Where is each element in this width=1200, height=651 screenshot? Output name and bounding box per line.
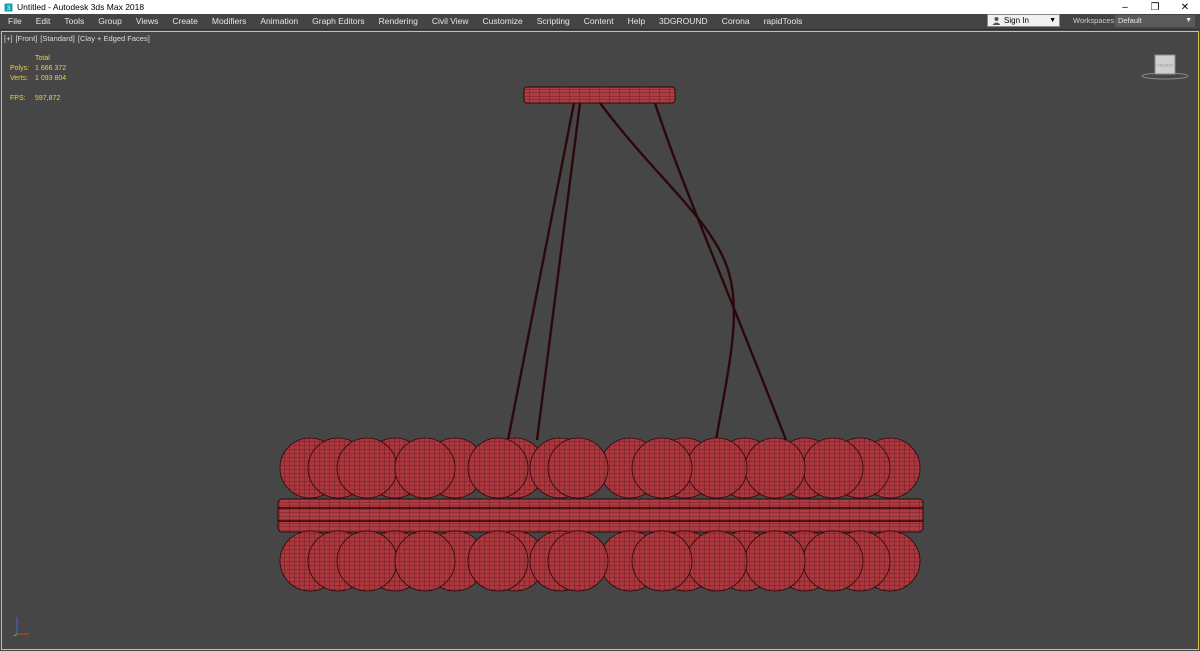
- workspaces-select[interactable]: Default ▼: [1115, 15, 1195, 27]
- axis-tripod-icon: [13, 617, 29, 637]
- menu-customize[interactable]: Customize: [476, 14, 530, 28]
- stats-total-header: Total: [35, 55, 50, 62]
- menu-rendering[interactable]: Rendering: [372, 14, 425, 28]
- polys-value: 1 666 372: [35, 65, 67, 72]
- front-viewport[interactable]: [+] [Front] [Standard] [Clay + Edged Fac…: [0, 29, 1200, 651]
- polys-label: Polys:: [10, 65, 30, 72]
- chevron-down-icon: ▼: [1049, 17, 1056, 24]
- menu-3dground[interactable]: 3DGROUND: [652, 14, 715, 28]
- title-bar: 3 Untitled - Autodesk 3ds Max 2018 – ❐ ✕: [0, 0, 1200, 14]
- menu-scripting[interactable]: Scripting: [530, 14, 577, 28]
- viewcube-icon[interactable]: FRONT: [1140, 52, 1190, 82]
- app-icon: 3: [3, 2, 13, 12]
- menu-group[interactable]: Group: [91, 14, 129, 28]
- viewport-point-of-view-menu[interactable]: [Front]: [16, 34, 38, 43]
- verts-label: Verts:: [10, 75, 28, 82]
- window-title: Untitled - Autodesk 3ds Max 2018: [17, 2, 145, 12]
- menu-content[interactable]: Content: [577, 14, 621, 28]
- suspension-cables: [506, 102, 788, 441]
- menu-create[interactable]: Create: [165, 14, 205, 28]
- workspaces-label: Workspaces:: [1073, 16, 1117, 25]
- viewport-general-menu[interactable]: [+]: [4, 34, 13, 43]
- menu-modifiers[interactable]: Modifiers: [205, 14, 253, 28]
- verts-value: 1 093 804: [35, 75, 67, 82]
- minimize-button[interactable]: –: [1110, 0, 1140, 14]
- viewport-label-menus: [+] [Front] [Standard] [Clay + Edged Fac…: [4, 34, 153, 43]
- close-button[interactable]: ✕: [1170, 0, 1200, 14]
- lower-sphere-row: [279, 530, 921, 592]
- ceiling-canopy: [523, 86, 676, 104]
- sign-in-dropdown[interactable]: Sign In ▼: [987, 14, 1060, 27]
- middle-ring: [277, 498, 924, 533]
- chevron-down-icon: ▼: [1185, 17, 1192, 24]
- chandelier-model: [277, 86, 924, 592]
- menu-animation[interactable]: Animation: [253, 14, 305, 28]
- menu-civil-view[interactable]: Civil View: [425, 14, 476, 28]
- fps-label: FPS:: [10, 95, 26, 102]
- maximize-button[interactable]: ❐: [1140, 0, 1170, 14]
- menu-views[interactable]: Views: [129, 14, 166, 28]
- viewport-standard-menu[interactable]: [Standard]: [40, 34, 75, 43]
- viewport-shading-menu[interactable]: [Clay + Edged Faces]: [78, 34, 150, 43]
- menu-file[interactable]: File: [0, 14, 29, 28]
- statistics-overlay: Total Polys: 1 666 372 Verts: 1 093 804 FP…: [10, 54, 66, 104]
- sign-in-label: Sign In: [1004, 16, 1029, 25]
- menu-tools[interactable]: Tools: [57, 14, 91, 28]
- menu-help[interactable]: Help: [621, 14, 652, 28]
- menu-corona[interactable]: Corona: [715, 14, 757, 28]
- workspaces-value: Default: [1118, 16, 1142, 25]
- viewcube-face-label: FRONT: [1157, 63, 1173, 68]
- fps-value: 597,872: [35, 95, 61, 102]
- menu-edit[interactable]: Edit: [29, 14, 58, 28]
- menu-graph-editors[interactable]: Graph Editors: [305, 14, 371, 28]
- user-icon: [992, 16, 1001, 25]
- upper-sphere-row: [279, 437, 921, 499]
- menu-rapidtools[interactable]: rapidTools: [757, 14, 810, 28]
